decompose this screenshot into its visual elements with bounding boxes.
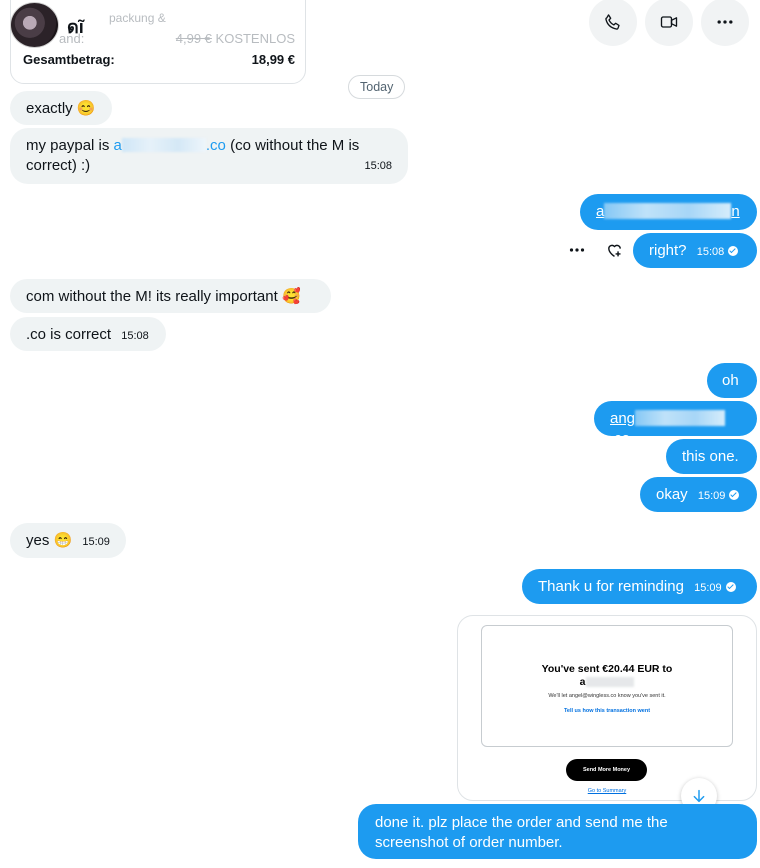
payment-note: We'll let angel@wingless.co know you've … <box>548 693 666 699</box>
message-text: com without the M! its really important <box>26 288 278 305</box>
shipping-free-label: KOSTENLOS <box>215 31 295 46</box>
message-incoming[interactable]: .co is correct 15:08 <box>10 317 166 351</box>
order-row-label: packung & <box>109 11 166 25</box>
link-start: a <box>596 203 605 220</box>
more-icon <box>569 248 585 252</box>
message-text: Thank u for reminding <box>538 578 684 595</box>
message-text: right? <box>649 242 687 259</box>
message-text: my paypal is <box>26 137 114 154</box>
contact-name[interactable]: ดĩ <box>67 12 84 41</box>
message-outgoing[interactable]: Thank u for reminding 15:09 <box>522 569 757 604</box>
payment-title-line2: a <box>579 676 586 688</box>
video-icon <box>660 16 678 28</box>
message-outgoing[interactable]: ang .co <box>594 401 757 447</box>
heart-plus-icon <box>607 244 621 257</box>
message-text: yes <box>26 532 50 549</box>
message-text: (co without the M is <box>225 137 360 154</box>
message-outgoing[interactable]: an <box>580 194 757 230</box>
shipping-original-price: 4,99 € <box>175 31 212 46</box>
total-label: Gesamtbetrag: <box>23 52 115 67</box>
message-outgoing[interactable]: oh <box>707 363 757 398</box>
redacted-blur <box>635 410 726 426</box>
message-time: 15:08 <box>364 160 392 172</box>
message-text: oh <box>722 372 739 389</box>
link-start: ang <box>610 410 636 427</box>
payment-recipient: a <box>482 676 732 688</box>
date-divider: Today <box>348 75 406 99</box>
link-end: n <box>731 203 740 220</box>
message-text: okay <box>656 486 688 503</box>
link-start: a <box>113 137 122 154</box>
message-outgoing[interactable]: right? 15:08 <box>633 233 757 268</box>
paypal-email-link[interactable]: a .co <box>114 137 226 154</box>
react-button[interactable] <box>603 240 625 260</box>
message-text: done it. plz place the order and send me… <box>375 814 668 831</box>
message-incoming[interactable]: exactly 😊 <box>10 91 112 125</box>
more-icon <box>717 20 733 24</box>
message-text: screenshot of order number. <box>375 834 563 851</box>
message-text: .co is correct <box>26 326 112 343</box>
read-receipt-icon <box>728 246 739 256</box>
message-time: 15:08 <box>121 330 149 342</box>
message-more-button[interactable] <box>565 240 589 260</box>
payment-title-line1: You've sent €20.44 EUR to <box>541 663 673 675</box>
message-text: exactly <box>26 100 73 117</box>
payment-title: You've sent €20.44 EUR to a <box>482 663 732 688</box>
phone-call-button[interactable] <box>589 0 637 46</box>
message-incoming[interactable]: my paypal is a .co (co without the M is c… <box>10 128 408 184</box>
order-row-shipping: and: 4,99 € KOSTENLOS <box>59 31 295 46</box>
message-time: 15:08 <box>696 246 725 258</box>
phone-icon <box>605 14 620 30</box>
emoji: 😊 <box>76 100 96 117</box>
video-call-button[interactable] <box>645 0 693 46</box>
message-incoming[interactable]: yes 😁 15:09 <box>10 523 126 558</box>
send-more-money-button: Send More Money <box>566 759 647 781</box>
message-time: 15:09 <box>697 490 726 502</box>
link-end: .co <box>610 430 631 447</box>
redacted-blur <box>604 203 732 219</box>
payment-confirmation-card: You've sent €20.44 EUR to a We'll let an… <box>481 625 733 747</box>
redacted-blur <box>586 677 635 687</box>
message-text: correct) :) <box>26 157 91 174</box>
more-options-button[interactable] <box>701 0 749 46</box>
redacted-blur <box>121 138 206 152</box>
read-receipt-icon <box>725 582 736 592</box>
message-outgoing[interactable]: okay 15:09 <box>640 477 757 512</box>
arrow-down-icon <box>693 789 705 803</box>
emoji: 🥰 <box>281 288 301 305</box>
message-text: this one. <box>682 448 739 465</box>
message-time: 15:09 <box>82 536 110 548</box>
order-row-total: Gesamtbetrag: 18,99 € <box>23 52 295 67</box>
total-value: 18,99 € <box>251 52 295 67</box>
email-link[interactable]: an <box>596 203 740 220</box>
feedback-link: Tell us how this transaction went <box>563 708 651 714</box>
message-outgoing[interactable]: this one. <box>666 439 757 474</box>
shipping-value: 4,99 € KOSTENLOS <box>176 31 295 46</box>
read-receipt-icon <box>729 490 740 500</box>
link-end: .co <box>205 137 226 154</box>
message-outgoing[interactable]: done it. plz place the order and send me… <box>358 804 757 859</box>
order-row-packaging: packung & <box>109 11 295 25</box>
message-time: 15:09 <box>694 582 722 594</box>
message-incoming[interactable]: com without the M! its really important … <box>10 279 331 313</box>
image-attachment[interactable]: You've sent €20.44 EUR to a We'll let an… <box>457 615 757 801</box>
avatar[interactable] <box>10 2 59 48</box>
emoji: 😁 <box>53 532 73 549</box>
